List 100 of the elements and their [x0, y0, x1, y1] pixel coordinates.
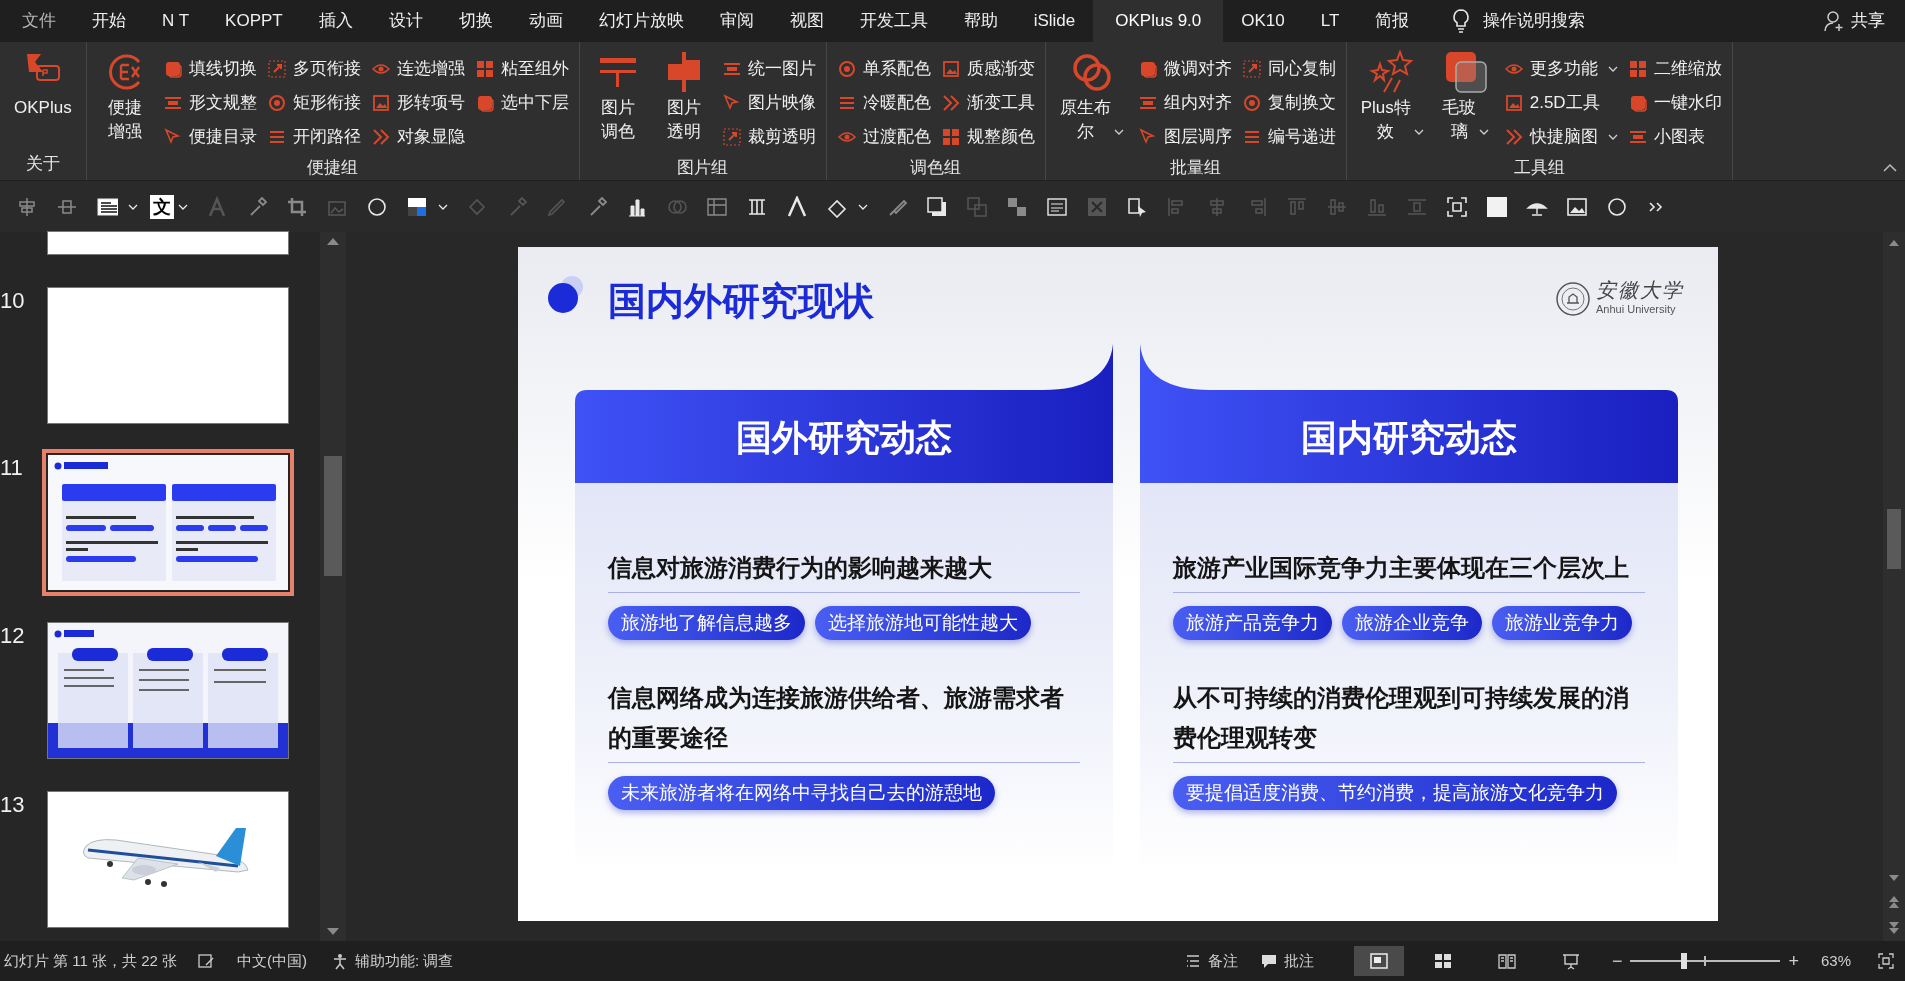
ribbon-button[interactable]: 矩形衔接 — [266, 86, 361, 120]
select-objects-icon[interactable] — [1126, 195, 1148, 218]
zoom-in-button[interactable]: + — [1788, 947, 1799, 975]
shadow-squares-icon[interactable] — [926, 195, 948, 218]
fill-swatch-icon[interactable] — [1486, 195, 1508, 218]
image-icon[interactable] — [1566, 195, 1588, 218]
scroll-down-icon[interactable] — [1888, 874, 1900, 883]
caret-icon[interactable] — [178, 202, 188, 211]
ribbon-large-button[interactable]: OKPlus — [10, 46, 76, 120]
ribbon-large-button[interactable]: 原生布 尔 — [1055, 46, 1128, 144]
menu-tab[interactable]: 简报 — [1357, 0, 1428, 42]
menu-tab[interactable]: 动画 — [510, 0, 581, 42]
ribbon-button[interactable]: 过渡配色 — [836, 120, 931, 154]
menu-tab[interactable]: LT — [1302, 0, 1358, 42]
previous-slide-icon[interactable] — [1888, 895, 1900, 909]
align-icon[interactable] — [16, 195, 38, 218]
ribbon-button[interactable]: 对象显隐 — [370, 120, 465, 154]
slide-thumbnail[interactable] — [48, 623, 288, 758]
menu-tab[interactable]: 审阅 — [701, 0, 772, 42]
ribbon-large-button[interactable]: 便捷 增强 — [96, 46, 153, 144]
menu-tab[interactable]: OK10 — [1223, 0, 1303, 42]
spelling-check-icon[interactable] — [197, 952, 216, 970]
zoom-slider-thumb[interactable] — [1681, 953, 1688, 969]
ribbon-button[interactable]: 快捷脑图 — [1503, 120, 1618, 154]
ribbon-button[interactable]: 小图表 — [1627, 120, 1722, 154]
ribbon-button[interactable]: 编号递进 — [1241, 120, 1336, 154]
table-icon[interactable] — [706, 195, 728, 218]
collapse-ribbon-icon[interactable] — [1883, 163, 1897, 172]
menu-tab[interactable]: 帮助 — [945, 0, 1016, 42]
ribbon-button[interactable]: 开闭路径 — [266, 120, 361, 154]
ribbon-button[interactable]: 填线切换 — [162, 52, 257, 86]
accessibility-button[interactable]: 辅助功能: 调查 — [331, 949, 454, 973]
window-icon[interactable] — [1046, 195, 1068, 218]
ribbon-button[interactable]: 质感渐变 — [940, 52, 1035, 86]
ribbon-button[interactable]: 同心复制 — [1241, 52, 1336, 86]
menu-tab[interactable]: 幻灯片放映 — [580, 0, 702, 42]
ribbon-button[interactable]: 复制换文 — [1241, 86, 1336, 120]
circle-icon[interactable] — [1606, 195, 1628, 218]
ribbon-button[interactable]: 2.5D工具 — [1503, 86, 1618, 120]
ribbon-button[interactable]: 粘至组外 — [474, 52, 569, 86]
menu-tab[interactable]: 文件 — [4, 0, 74, 42]
color-fill-icon[interactable] — [406, 195, 428, 218]
zoom-slider[interactable] — [1630, 951, 1781, 971]
ribbon-button[interactable]: 组内对齐 — [1137, 86, 1232, 120]
slide-thumbnail[interactable] — [48, 232, 288, 254]
ribbon-button[interactable]: 多页衔接 — [266, 52, 361, 86]
zoom-out-button[interactable]: − — [1611, 947, 1623, 975]
tell-me-search[interactable]: 操作说明搜索 — [1441, 0, 1596, 42]
crop-icon[interactable] — [286, 195, 308, 218]
menu-tab[interactable]: 切换 — [440, 0, 511, 42]
scrollbar-thumb[interactable] — [1887, 509, 1901, 569]
ribbon-button[interactable]: 冷暖配色 — [836, 86, 931, 120]
menu-tab[interactable]: 设计 — [370, 0, 441, 42]
ribbon-large-button[interactable]: 图片 透明 — [655, 46, 712, 144]
font-color-icon[interactable] — [206, 195, 228, 218]
ribbon-button[interactable]: 形转项号 — [370, 86, 465, 120]
ribbon-button[interactable]: 形文规整 — [162, 86, 257, 120]
slide-thumbnail[interactable] — [48, 792, 288, 927]
menu-tab[interactable]: iSlide — [1015, 0, 1094, 42]
ribbon-button[interactable]: 渐变工具 — [940, 86, 1035, 120]
ribbon-button[interactable]: 二维缩放 — [1627, 52, 1722, 86]
caret-icon[interactable] — [438, 202, 448, 211]
stroke-a-icon[interactable] — [786, 195, 808, 218]
caret-icon[interactable] — [128, 202, 138, 211]
ribbon-button[interactable]: 规整颜色 — [940, 120, 1035, 154]
menu-tab[interactable]: KOPPT — [207, 0, 301, 42]
next-slide-icon[interactable] — [1888, 921, 1900, 935]
comments-button[interactable]: 批注 — [1259, 949, 1314, 973]
menu-tab[interactable]: OKPlus 9.0 — [1093, 0, 1224, 42]
slide-thumbnail[interactable] — [48, 288, 288, 423]
ribbon-button[interactable]: 统一图片 — [721, 52, 816, 86]
ribbon-button[interactable]: 图片映像 — [721, 86, 816, 120]
caret-icon[interactable] — [858, 202, 868, 211]
ribbon-button[interactable]: 一键水印 — [1627, 86, 1722, 120]
ribbon-button[interactable]: 便捷目录 — [162, 120, 257, 154]
scroll-up-icon[interactable] — [326, 236, 340, 246]
view-button[interactable] — [1353, 946, 1404, 976]
ribbon-large-button[interactable]: 毛玻 璃 — [1437, 46, 1494, 144]
menu-tab[interactable]: N T — [144, 0, 208, 42]
textbox-icon[interactable] — [96, 195, 118, 218]
menu-tab[interactable]: 插入 — [300, 0, 371, 42]
ribbon-button[interactable]: 更多功能 — [1503, 52, 1618, 86]
fit-to-window-icon[interactable] — [1877, 952, 1895, 970]
menu-tab[interactable]: 开发工具 — [841, 0, 946, 42]
share-button[interactable]: 共享 — [1823, 0, 1885, 42]
ribbon-button[interactable]: 单系配色 — [836, 52, 931, 86]
scrollbar-thumb[interactable] — [324, 456, 342, 576]
language-button[interactable]: 中文(中国) — [237, 949, 308, 973]
menu-tab[interactable]: 视图 — [771, 0, 842, 42]
circle-icon[interactable] — [366, 195, 388, 218]
ribbon-button[interactable]: 连选增强 — [370, 52, 465, 86]
ribbon-button[interactable]: 微调对齐 — [1137, 52, 1232, 86]
notes-button[interactable]: 备注 — [1183, 949, 1238, 973]
zoom-percent[interactable]: 63% — [1820, 949, 1851, 973]
ribbon-button[interactable]: 图层调序 — [1137, 120, 1232, 154]
menu-tab[interactable]: 开始 — [74, 0, 144, 42]
scroll-down-icon[interactable] — [326, 927, 340, 937]
fit-icon[interactable] — [1446, 195, 1468, 218]
ribbon-button[interactable]: 裁剪透明 — [721, 120, 816, 154]
ribbon-large-button[interactable]: Plus特 效 — [1356, 46, 1428, 144]
